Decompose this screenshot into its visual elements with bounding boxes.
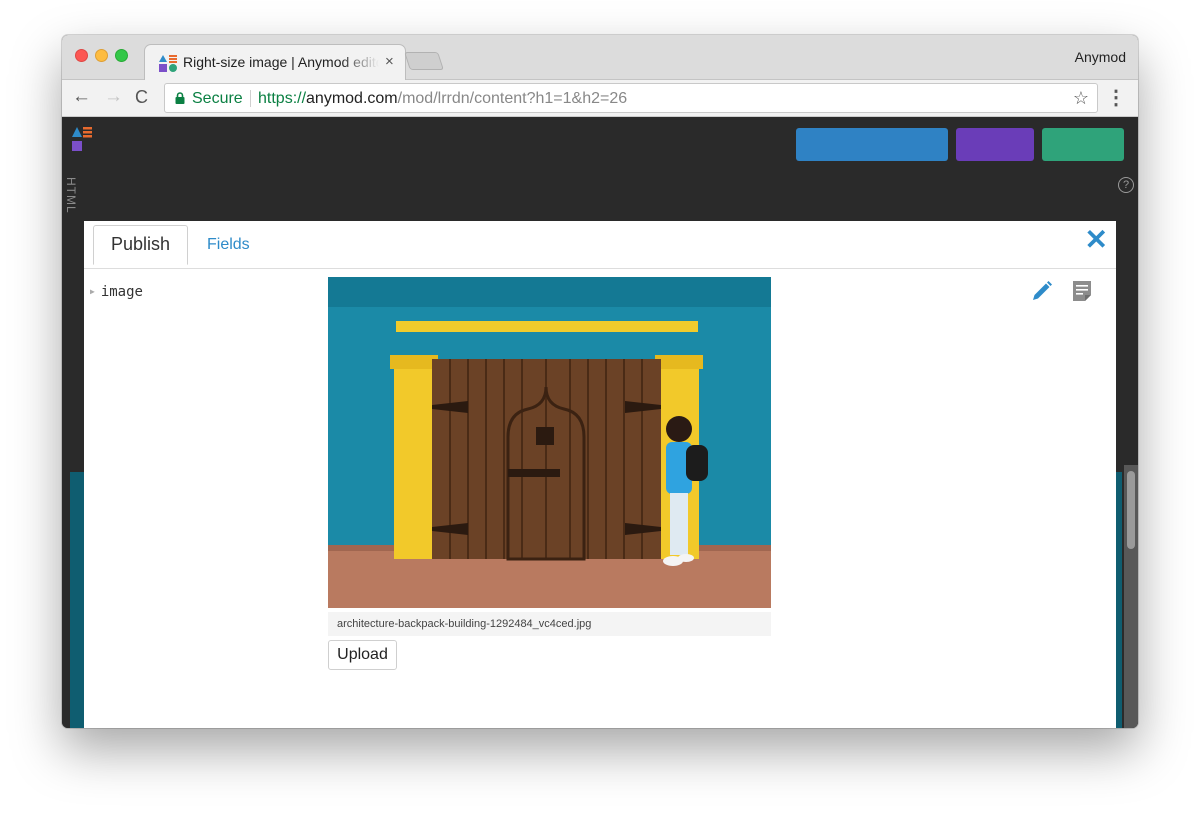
profile-name[interactable]: Anymod <box>1075 49 1126 65</box>
app-background: ? HTML Publish Fields ✕ ▶ image architec… <box>62 117 1138 728</box>
browser-toolbar: ← → C Secure https://anymod.com/mod/lrrd… <box>62 80 1138 117</box>
field-tree-label: image <box>100 284 143 300</box>
app-blue-button[interactable] <box>796 128 948 161</box>
tab-fields[interactable]: Fields <box>207 236 250 254</box>
lock-icon <box>175 92 185 104</box>
tab-publish[interactable]: Publish <box>93 225 188 265</box>
url-path: /mod/lrrdn/content?h1=1&h2=26 <box>397 90 628 107</box>
image-preview <box>328 277 771 608</box>
zoom-window-button[interactable] <box>115 49 128 62</box>
app-purple-button[interactable] <box>956 128 1034 161</box>
field-tree-item-image[interactable]: ▶ image <box>90 284 143 300</box>
url-text: https://anymod.com/mod/lrrdn/content?h1=… <box>258 90 627 108</box>
help-icon[interactable]: ? <box>1118 177 1134 193</box>
preview-scrollbar-thumb[interactable] <box>1127 471 1135 549</box>
forward-arrow-icon[interactable]: → <box>104 86 123 108</box>
title-bar: Right-size image | Anymod editor × Anymo… <box>62 35 1138 80</box>
omnibox-divider <box>250 90 251 107</box>
secure-label: Secure <box>192 90 243 107</box>
modal-header: Publish Fields ✕ <box>84 221 1116 269</box>
anymod-logo-icon <box>72 127 92 151</box>
anymod-favicon-icon <box>159 55 177 72</box>
browser-menu-icon[interactable]: ⋮ <box>1106 85 1126 110</box>
preview-scrollbar[interactable] <box>1124 465 1138 728</box>
tab-close-icon[interactable]: × <box>385 53 394 70</box>
url-host: anymod.com <box>306 90 398 107</box>
caret-right-icon[interactable]: ▶ <box>90 287 95 296</box>
notes-icon[interactable] <box>1071 279 1093 303</box>
close-window-button[interactable] <box>75 49 88 62</box>
browser-tab[interactable]: Right-size image | Anymod editor × <box>144 44 406 80</box>
tab-title: Right-size image | Anymod editor <box>183 54 379 70</box>
new-tab-button[interactable] <box>404 52 444 70</box>
reload-icon[interactable]: C <box>135 86 148 108</box>
html-side-tab[interactable]: HTML <box>62 173 82 223</box>
back-arrow-icon[interactable]: ← <box>72 86 91 108</box>
image-filename: architecture-backpack-building-1292484_v… <box>328 612 771 636</box>
close-icon[interactable]: ✕ <box>1085 226 1108 254</box>
app-green-button[interactable] <box>1042 128 1124 161</box>
browser-window: Right-size image | Anymod editor × Anymo… <box>62 35 1138 728</box>
minimize-window-button[interactable] <box>95 49 108 62</box>
content-modal: Publish Fields ✕ ▶ image architecture-ba… <box>84 221 1116 728</box>
url-scheme: https:// <box>258 90 307 107</box>
upload-button[interactable]: Upload <box>328 640 397 670</box>
pencil-icon[interactable] <box>1030 279 1054 303</box>
html-side-tab-label: HTML <box>64 177 78 214</box>
star-icon[interactable]: ☆ <box>1073 88 1089 109</box>
address-bar[interactable]: Secure https://anymod.com/mod/lrrdn/cont… <box>164 83 1098 113</box>
